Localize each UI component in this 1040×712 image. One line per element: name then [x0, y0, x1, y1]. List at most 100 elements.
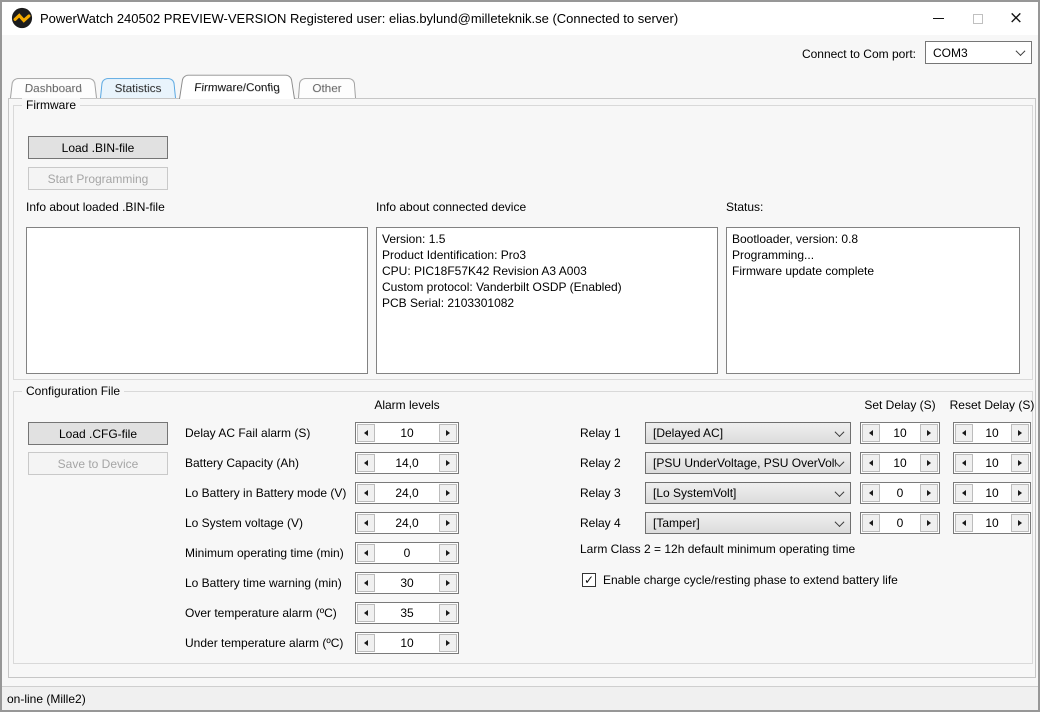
- minimize-button[interactable]: [918, 4, 958, 33]
- tab-firmware-config[interactable]: Firmware/Config: [179, 75, 295, 99]
- bin-info-box: [26, 227, 368, 374]
- spin-down-button[interactable]: [862, 514, 880, 532]
- spin-down-button[interactable]: [955, 454, 973, 472]
- alarm-label-delay-ac-fail: Delay AC Fail alarm (S): [185, 422, 310, 444]
- relay2-value: [PSU UnderVoltage, PSU OverVolta: [653, 456, 836, 470]
- close-button[interactable]: ×: [996, 4, 1036, 33]
- reset-delay-value: 10: [974, 513, 1010, 533]
- alarm-levels-header: Alarm levels: [345, 398, 469, 412]
- spin-down-button[interactable]: [862, 454, 880, 472]
- spin-right-icon: [927, 430, 931, 436]
- spin-up-button[interactable]: [1011, 424, 1029, 442]
- spin-up-button[interactable]: [439, 634, 457, 652]
- set-delay-header: Set Delay (S): [852, 398, 948, 412]
- check-icon: ✓: [584, 574, 594, 586]
- spin-up-button[interactable]: [1011, 454, 1029, 472]
- relay2-label: Relay 2: [580, 452, 621, 474]
- firmware-group-label: Firmware: [22, 98, 80, 112]
- spin-down-button[interactable]: [357, 574, 375, 592]
- relay1-set-delay-spinner[interactable]: 10: [860, 422, 940, 444]
- spin-up-button[interactable]: [1011, 484, 1029, 502]
- spin-down-button[interactable]: [862, 424, 880, 442]
- charge-cycle-checkbox[interactable]: ✓: [582, 573, 596, 587]
- minimize-icon: [933, 18, 944, 19]
- spin-up-button[interactable]: [1011, 514, 1029, 532]
- spin-up-button[interactable]: [920, 514, 938, 532]
- tab-other[interactable]: Other: [298, 78, 356, 98]
- relay3-reset-delay-spinner[interactable]: 10: [953, 482, 1031, 504]
- bin-info-label: Info about loaded .BIN-file: [26, 200, 165, 214]
- relay3-set-delay-spinner[interactable]: 0: [860, 482, 940, 504]
- spin-down-button[interactable]: [357, 634, 375, 652]
- relay3-select[interactable]: [Lo SystemVolt]: [645, 482, 851, 504]
- spin-down-button[interactable]: [862, 484, 880, 502]
- spin-left-icon: [364, 550, 368, 556]
- relay4-reset-delay-spinner[interactable]: 10: [953, 512, 1031, 534]
- com-port-value: COM3: [933, 46, 968, 60]
- save-to-device-button: Save to Device: [28, 452, 168, 475]
- alarm-spinner-under-temperature[interactable]: 10: [355, 632, 459, 654]
- spin-up-button[interactable]: [439, 424, 457, 442]
- tab-label: Statistics: [114, 82, 162, 95]
- spin-right-icon: [927, 490, 931, 496]
- spin-up-button[interactable]: [439, 604, 457, 622]
- configuration-groupbox: Configuration File Load .CFG-file Save t…: [13, 391, 1033, 664]
- spin-down-button[interactable]: [357, 484, 375, 502]
- spin-left-icon: [364, 430, 368, 436]
- device-info-box: Version: 1.5 Product Identification: Pro…: [376, 227, 718, 374]
- spin-down-button[interactable]: [955, 484, 973, 502]
- chevron-down-icon: [835, 517, 845, 527]
- maximize-button[interactable]: [958, 4, 998, 33]
- alarm-spinner-over-temperature[interactable]: 35: [355, 602, 459, 624]
- spin-left-icon: [869, 460, 873, 466]
- alarm-spinner-lo-system-voltage[interactable]: 24,0: [355, 512, 459, 534]
- spin-down-button[interactable]: [955, 514, 973, 532]
- spin-up-button[interactable]: [920, 484, 938, 502]
- alarm-spinner-minimum-operating-time[interactable]: 0: [355, 542, 459, 564]
- alarm-spinner-battery-capacity[interactable]: 14,0: [355, 452, 459, 474]
- reset-delay-value: 10: [974, 483, 1010, 503]
- spin-up-button[interactable]: [439, 544, 457, 562]
- spin-up-button[interactable]: [439, 454, 457, 472]
- spin-up-button[interactable]: [439, 514, 457, 532]
- relay2-reset-delay-spinner[interactable]: 10: [953, 452, 1031, 474]
- device-info-label: Info about connected device: [376, 200, 526, 214]
- relay2-set-delay-spinner[interactable]: 10: [860, 452, 940, 474]
- spin-up-button[interactable]: [920, 424, 938, 442]
- relay3-label: Relay 3: [580, 482, 621, 504]
- relay4-select[interactable]: [Tamper]: [645, 512, 851, 534]
- load-cfg-file-button[interactable]: Load .CFG-file: [28, 422, 168, 445]
- alarm-spinner-lo-battery-time-warning[interactable]: 30: [355, 572, 459, 594]
- spin-down-button[interactable]: [357, 454, 375, 472]
- tab-statistics[interactable]: Statistics: [100, 78, 176, 98]
- spin-down-button[interactable]: [357, 544, 375, 562]
- spin-down-button[interactable]: [955, 424, 973, 442]
- com-port-select[interactable]: COM3: [925, 41, 1032, 64]
- spin-left-icon: [364, 610, 368, 616]
- spin-left-icon: [869, 430, 873, 436]
- alarm-label-lo-battery-time-warning: Lo Battery time warning (min): [185, 572, 342, 594]
- relay1-select[interactable]: [Delayed AC]: [645, 422, 851, 444]
- load-bin-file-button[interactable]: Load .BIN-file: [28, 136, 168, 159]
- relay1-reset-delay-spinner[interactable]: 10: [953, 422, 1031, 444]
- spin-down-button[interactable]: [357, 514, 375, 532]
- spin-up-button[interactable]: [920, 454, 938, 472]
- spin-right-icon: [927, 460, 931, 466]
- spin-up-button[interactable]: [439, 574, 457, 592]
- spin-left-icon: [962, 460, 966, 466]
- spin-right-icon: [446, 580, 450, 586]
- status-bar-text: on-line (Mille2): [7, 692, 86, 706]
- alarm-spinner-delay-ac-fail[interactable]: 10: [355, 422, 459, 444]
- set-delay-value: 10: [881, 453, 919, 473]
- alarm-spinner-lo-battery-battery-mode[interactable]: 24,0: [355, 482, 459, 504]
- tab-strip: Dashboard Statistics Firmware/Config Oth…: [10, 73, 359, 99]
- relay2-select[interactable]: [PSU UnderVoltage, PSU OverVolta: [645, 452, 851, 474]
- title-bar[interactable]: PowerWatch 240502 PREVIEW-VERSION Regist…: [2, 2, 1038, 35]
- tab-label: Firmware/Config: [193, 81, 280, 94]
- spin-up-button[interactable]: [439, 484, 457, 502]
- relay4-set-delay-spinner[interactable]: 0: [860, 512, 940, 534]
- spin-down-button[interactable]: [357, 604, 375, 622]
- tab-dashboard[interactable]: Dashboard: [10, 78, 97, 98]
- chevron-down-icon: [835, 487, 845, 497]
- spin-down-button[interactable]: [357, 424, 375, 442]
